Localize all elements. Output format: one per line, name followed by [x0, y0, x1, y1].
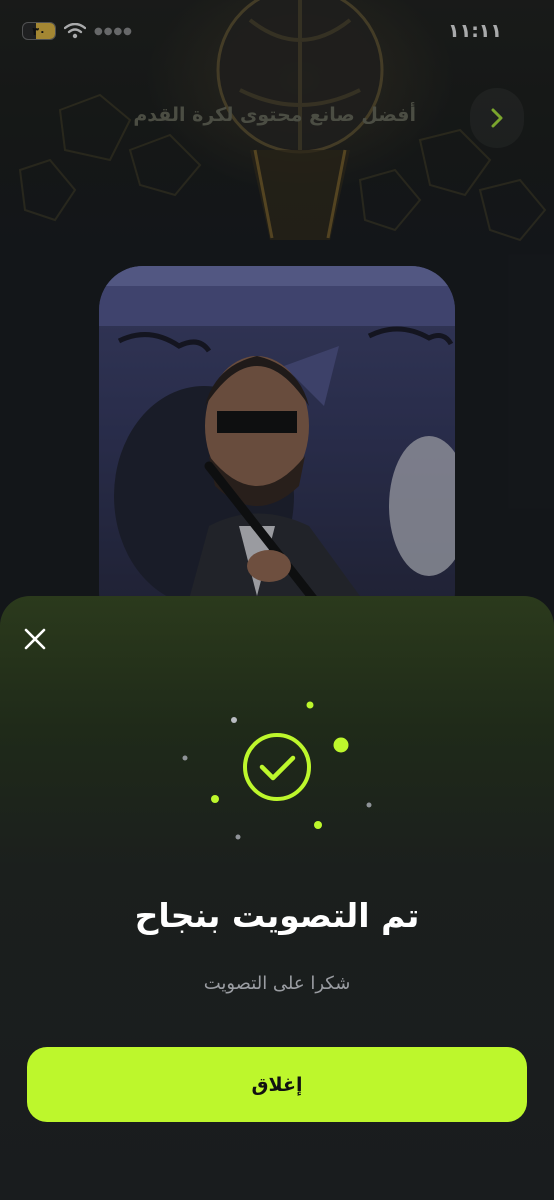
close-button[interactable]	[18, 622, 52, 656]
close-modal-button[interactable]: إغلاق	[27, 1047, 527, 1122]
modal-subtitle: شكرا على التصويت	[203, 973, 351, 994]
success-bottom-sheet: تم التصويت بنجاح شكرا على التصويت إغلاق	[0, 596, 554, 1200]
check-circle-icon	[182, 701, 372, 840]
voting-screen: ٣٠ ●●●● ١١:١١ أفضل صانع محتوى لكرة القدم	[0, 0, 554, 1200]
close-icon	[24, 628, 46, 650]
modal-title: تم التصويت بنجاح	[134, 896, 420, 935]
